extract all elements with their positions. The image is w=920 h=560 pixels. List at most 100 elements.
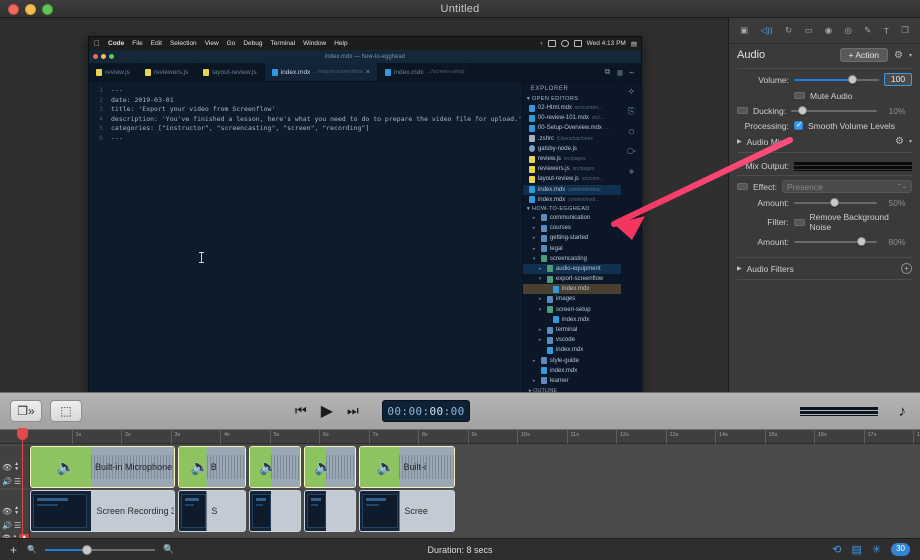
explorer-tree-item[interactable]: ▾ screencasting	[523, 254, 621, 264]
effect-checkbox[interactable]	[737, 183, 748, 190]
speaker-icon[interactable]: 🔊	[2, 477, 12, 486]
menu-help[interactable]: Help	[334, 40, 347, 47]
toggle-layout-icon[interactable]: ▥	[617, 68, 622, 77]
video-motion-icon[interactable]: ↻	[785, 25, 792, 36]
explorer-tree-item[interactable]: ▸ courses	[523, 223, 621, 233]
timeline[interactable]: 1s 2s 3s 4s 5s 6s 7s 8s 9s 10s 11s 12s 13s 14s 15s 16s 1…	[0, 428, 920, 544]
explorer-tree-item[interactable]: index.mdx	[523, 315, 621, 325]
text-icon[interactable]: T	[884, 26, 889, 36]
settings-gear-icon[interactable]: ✵	[629, 167, 634, 177]
explorer-tree-item[interactable]: index.mdx	[522, 284, 621, 295]
explorer-sidebar[interactable]: EXPLORER ▾ OPEN EDITORS 02-Html.mdx src/c…	[521, 82, 621, 395]
gear-icon[interactable]: ⚙	[894, 50, 903, 61]
disclosure-arrow-icon[interactable]: ▸	[533, 235, 538, 241]
video-properties-icon[interactable]: ▣	[740, 25, 748, 36]
audio-clip[interactable]: 🔈	[304, 446, 356, 488]
explorer-tree-item[interactable]: ▸ images	[523, 294, 621, 304]
audio-clip[interactable]: 🔈	[249, 446, 301, 488]
snapshot-icon[interactable]: ▤	[851, 543, 861, 556]
open-editor-item[interactable]: review.js src/pages	[523, 154, 621, 164]
crop-button[interactable]: ⬚	[50, 400, 82, 422]
audio-clip[interactable]: 🔈 Built-in Microphone	[30, 446, 175, 488]
open-editor-item[interactable]: gatsby-node.js	[523, 144, 621, 154]
smooth-volume-levels-checkbox[interactable]	[794, 120, 803, 130]
video-clip[interactable]	[304, 490, 356, 532]
close-button[interactable]	[8, 4, 19, 15]
ducking-slider[interactable]	[791, 106, 877, 116]
mute-audio-checkbox[interactable]	[794, 92, 805, 99]
disclosure-arrow-icon[interactable]: ▾	[539, 307, 544, 313]
explorer-tree-item[interactable]: ▾ export-screenflow	[523, 274, 621, 284]
fast-forward-button[interactable]: ⏭	[347, 403, 359, 419]
explorer-icon[interactable]: ⟡	[628, 87, 634, 97]
menu-code[interactable]: Code	[108, 40, 124, 47]
menu-selection[interactable]: Selection	[170, 40, 197, 47]
menu-go[interactable]: Go	[227, 40, 236, 47]
activity-bar[interactable]: ⟡ ⎘ ○ ⧂ ✵	[620, 82, 641, 395]
disclosure-arrow-icon[interactable]: ▸	[539, 327, 544, 333]
video-clip[interactable]: Screen Recording 3	[30, 490, 175, 532]
disclosure-arrow-icon[interactable]: ▸	[533, 215, 538, 221]
add-audio-filter-button[interactable]: +	[901, 263, 912, 274]
window-controls[interactable]	[8, 4, 53, 15]
maximize-button[interactable]	[42, 4, 53, 15]
open-editor-item[interactable]: layout-review.js src/com...	[523, 174, 621, 184]
track-menu-icon[interactable]: ☰	[14, 521, 21, 530]
explorer-tree-item[interactable]: index.mdx	[523, 345, 621, 355]
menu-debug[interactable]: Debug	[243, 40, 262, 47]
loop-icon[interactable]: ⟲	[832, 543, 841, 556]
github-icon[interactable]: ○	[629, 127, 634, 137]
split-editor-icon[interactable]: ⧉	[605, 67, 611, 77]
open-editor-item[interactable]: index.mdx content/instr...	[523, 195, 621, 205]
disclosure-arrow-icon[interactable]: ▾	[539, 276, 544, 282]
menu-view[interactable]: View	[205, 40, 219, 47]
disclosure-arrow-icon[interactable]: ▾	[533, 256, 538, 262]
explorer-tree-item[interactable]: ▸ communication	[523, 213, 621, 223]
more-actions-icon[interactable]: ⋯	[629, 68, 634, 77]
ducking-checkbox[interactable]	[737, 107, 748, 114]
editor-tab-index-mdx-export-screenflow[interactable]: index.mdx .../export-screenflow ×	[264, 63, 378, 81]
chevron-down-icon[interactable]: ▾	[909, 52, 912, 59]
close-icon[interactable]: ×	[366, 69, 370, 76]
play-button[interactable]: ▶	[321, 401, 333, 421]
zoom-in-icon[interactable]: 🔍	[163, 544, 174, 555]
extensions-icon[interactable]: ⎘	[628, 107, 635, 117]
disclosure-arrow-icon[interactable]: ▸	[539, 337, 544, 343]
source-control-icon[interactable]: ⧂	[627, 147, 636, 157]
annotations-icon[interactable]: ◎	[845, 25, 852, 36]
open-editor-item[interactable]: reviewers.js src/pages	[523, 164, 621, 174]
highlight-icon[interactable]: ✎	[864, 25, 871, 36]
timeline-ruler[interactable]: 1s 2s 3s 4s 5s 6s 7s 8s 9s 10s 11s 12s 13s 14s 15s 16s 1…	[0, 430, 920, 444]
screen-recording-icon[interactable]: ▭	[804, 25, 812, 36]
disclosure-arrow-icon[interactable]: ▸	[539, 296, 544, 302]
video-clip[interactable]	[249, 490, 301, 532]
disclosure-arrow-icon[interactable]: ▸	[533, 378, 538, 384]
track-menu-icon[interactable]: ☰	[14, 477, 21, 486]
audio-filters-section[interactable]: ▶ Audio Filters +	[729, 260, 920, 277]
effects-icon[interactable]: ✳	[872, 543, 881, 556]
fps-badge[interactable]: 30	[891, 543, 910, 556]
audio-clip[interactable]: 🔈 B	[178, 446, 246, 488]
open-editor-item[interactable]: index.mdx content/instruc	[522, 184, 621, 195]
remove-background-noise-checkbox[interactable]	[793, 218, 805, 226]
speaker-icon[interactable]: 🔊	[2, 521, 12, 530]
explorer-tree-item[interactable]: ▾ screen-setup	[523, 305, 621, 315]
master-volume-meter[interactable]	[800, 406, 878, 416]
disclosure-arrow-icon[interactable]: ▸	[533, 358, 538, 364]
timecode-display[interactable]: 00:00:00:00	[382, 400, 470, 422]
timeline-zoom-slider[interactable]	[44, 544, 155, 555]
explorer-tree-item[interactable]: ▸ vscode	[523, 335, 621, 345]
open-editor-item[interactable]: 02-Html.mdx src/conten...	[523, 103, 621, 113]
rewind-button[interactable]: ⏮	[295, 403, 307, 419]
effect-amount-slider[interactable]	[794, 198, 877, 208]
explorer-tree-item[interactable]: ▸ style-guide	[523, 356, 621, 366]
playhead[interactable]	[17, 428, 28, 538]
audio-mix-section[interactable]: ▶ Audio Mix ⚙ ▾	[729, 133, 920, 150]
disclosure-arrow-icon[interactable]: ▸	[533, 246, 538, 252]
headphone-icon[interactable]: ♪	[899, 403, 907, 420]
code-editor[interactable]: 1 --- 2 date: 2019-03-01 3 title: 'Expor…	[89, 82, 522, 395]
explorer-tree-item[interactable]: ▸ terminal	[523, 325, 621, 335]
menu-terminal[interactable]: Terminal	[271, 40, 296, 47]
audio-properties-icon[interactable]: ◁))	[761, 25, 773, 36]
add-action-button[interactable]: + Action	[839, 48, 889, 62]
